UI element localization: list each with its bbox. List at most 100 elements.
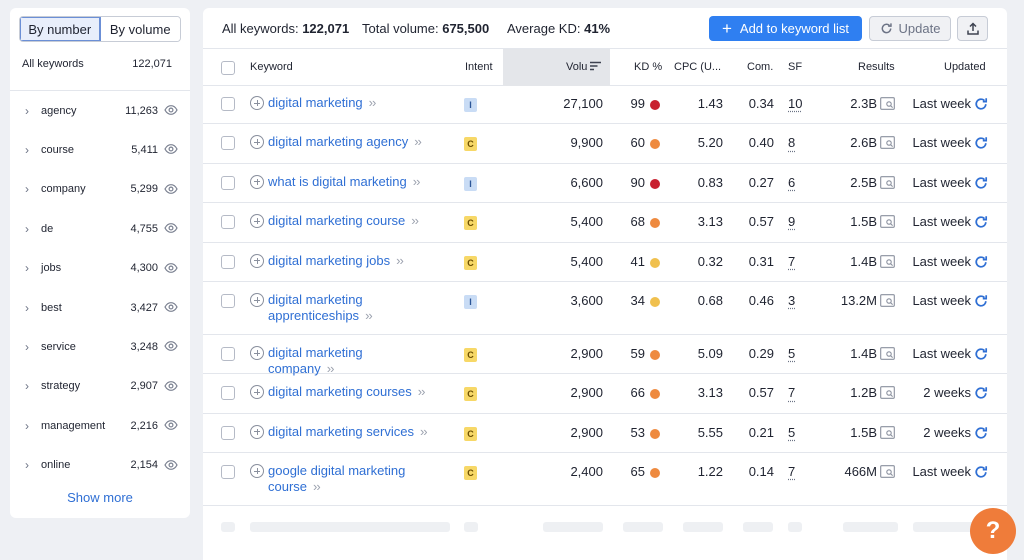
add-keyword-icon[interactable]	[250, 346, 264, 360]
refresh-icon[interactable]	[974, 136, 988, 150]
keyword-link[interactable]: digital marketing services ››	[268, 424, 428, 440]
serp-features-link[interactable]: 3	[788, 293, 795, 308]
serp-features-link[interactable]: 5	[788, 425, 795, 440]
chevron-right-icon[interactable]: ›	[25, 104, 29, 118]
serp-view-icon[interactable]	[880, 386, 895, 400]
keyword-link[interactable]: digital marketing course ››	[268, 213, 419, 229]
eye-icon[interactable]	[164, 339, 178, 353]
col-com[interactable]: Com.	[747, 61, 773, 73]
add-keyword-icon[interactable]	[250, 464, 264, 479]
serp-view-icon[interactable]	[880, 215, 895, 229]
keyword-link[interactable]: digital marketing agency ››	[268, 134, 422, 150]
chevron-right-icon[interactable]: ›	[25, 222, 29, 236]
row-checkbox[interactable]	[221, 254, 235, 269]
select-all-checkbox[interactable]	[221, 61, 235, 75]
double-chevron-icon[interactable]: ››	[411, 213, 419, 228]
keyword-link[interactable]: digital marketing company ››	[268, 345, 430, 377]
chevron-right-icon[interactable]: ›	[25, 182, 29, 196]
refresh-icon[interactable]	[974, 215, 988, 229]
refresh-icon[interactable]	[974, 97, 988, 111]
serp-view-icon[interactable]	[880, 465, 895, 479]
eye-icon[interactable]	[164, 142, 178, 156]
add-keyword-icon[interactable]	[250, 174, 264, 189]
add-keyword-icon[interactable]	[250, 424, 264, 439]
row-checkbox[interactable]	[221, 136, 235, 151]
serp-features-link[interactable]: 7	[788, 464, 795, 479]
add-keyword-icon[interactable]	[250, 385, 264, 400]
col-volume[interactable]: Volu	[566, 61, 602, 73]
serp-view-icon[interactable]	[880, 347, 895, 360]
row-checkbox[interactable]	[221, 294, 235, 308]
eye-icon[interactable]	[164, 103, 178, 117]
add-keyword-icon[interactable]	[250, 214, 264, 229]
show-more-link[interactable]: Show more	[10, 490, 190, 505]
keyword-link[interactable]: digital marketing jobs ››	[268, 253, 404, 269]
keyword-link[interactable]: digital marketing apprenticeships ››	[268, 292, 430, 324]
chevron-right-icon[interactable]: ›	[25, 301, 29, 315]
serp-features-link[interactable]: 10	[788, 96, 802, 111]
eye-icon[interactable]	[164, 458, 178, 472]
col-sf[interactable]: SF	[788, 61, 802, 73]
serp-view-icon[interactable]	[880, 425, 895, 439]
row-checkbox[interactable]	[221, 347, 235, 361]
chevron-right-icon[interactable]: ›	[25, 379, 29, 393]
chevron-right-icon[interactable]: ›	[25, 261, 29, 275]
col-intent[interactable]: Intent	[465, 61, 493, 73]
keyword-link[interactable]: digital marketing courses ››	[268, 384, 426, 400]
double-chevron-icon[interactable]: ››	[369, 95, 377, 110]
eye-icon[interactable]	[164, 261, 178, 275]
update-button[interactable]: Update	[869, 16, 951, 41]
refresh-icon[interactable]	[974, 386, 988, 400]
serp-view-icon[interactable]	[880, 175, 895, 189]
refresh-icon[interactable]	[974, 347, 988, 361]
keyword-link[interactable]: google digital marketing course ››	[268, 463, 430, 495]
row-checkbox[interactable]	[221, 97, 235, 111]
refresh-icon[interactable]	[974, 465, 988, 479]
col-kd[interactable]: KD %	[634, 61, 662, 73]
double-chevron-icon[interactable]: ››	[313, 479, 321, 494]
sidebar-group-course[interactable]: › course 5,411	[10, 130, 190, 169]
chevron-right-icon[interactable]: ›	[25, 458, 29, 472]
serp-view-icon[interactable]	[880, 254, 895, 268]
add-to-keyword-list-button[interactable]: + Add to keyword list	[709, 16, 862, 41]
sidebar-group-jobs[interactable]: › jobs 4,300	[10, 249, 190, 288]
serp-features-link[interactable]: 7	[788, 254, 795, 269]
row-checkbox[interactable]	[221, 386, 235, 401]
add-keyword-icon[interactable]	[250, 293, 264, 307]
double-chevron-icon[interactable]: ››	[396, 253, 404, 268]
serp-view-icon[interactable]	[880, 136, 895, 150]
col-cpc[interactable]: CPC (U...	[674, 61, 721, 73]
refresh-icon[interactable]	[974, 294, 988, 308]
double-chevron-icon[interactable]: ››	[413, 174, 421, 189]
serp-features-link[interactable]: 6	[788, 175, 795, 190]
sidebar-group-company[interactable]: › company 5,299	[10, 170, 190, 209]
sidebar-group-strategy[interactable]: › strategy 2,907	[10, 367, 190, 406]
sidebar-group-best[interactable]: › best 3,427	[10, 288, 190, 327]
double-chevron-icon[interactable]: ››	[365, 308, 373, 323]
serp-features-link[interactable]: 7	[788, 385, 795, 400]
row-checkbox[interactable]	[221, 465, 235, 480]
row-checkbox[interactable]	[221, 425, 235, 440]
sidebar-group-service[interactable]: › service 3,248	[10, 327, 190, 366]
col-updated[interactable]: Updated	[944, 61, 986, 73]
serp-view-icon[interactable]	[880, 97, 895, 110]
add-keyword-icon[interactable]	[250, 96, 264, 110]
chevron-right-icon[interactable]: ›	[25, 340, 29, 354]
serp-features-link[interactable]: 8	[788, 135, 795, 150]
refresh-icon[interactable]	[974, 426, 988, 440]
add-keyword-icon[interactable]	[250, 253, 264, 268]
col-keyword[interactable]: Keyword	[250, 61, 293, 73]
eye-icon[interactable]	[164, 300, 178, 314]
chevron-right-icon[interactable]: ›	[25, 419, 29, 433]
double-chevron-icon[interactable]: ››	[420, 424, 428, 439]
refresh-icon[interactable]	[974, 176, 988, 190]
export-button[interactable]	[957, 16, 988, 41]
sidebar-group-de[interactable]: › de 4,755	[10, 209, 190, 248]
serp-view-icon[interactable]	[880, 294, 895, 307]
double-chevron-icon[interactable]: ››	[418, 384, 426, 399]
eye-icon[interactable]	[164, 418, 178, 432]
eye-icon[interactable]	[164, 379, 178, 393]
all-keywords-group[interactable]: All keywords 122,071	[22, 58, 172, 70]
refresh-icon[interactable]	[974, 255, 988, 269]
sidebar-group-online[interactable]: › online 2,154	[10, 446, 190, 485]
